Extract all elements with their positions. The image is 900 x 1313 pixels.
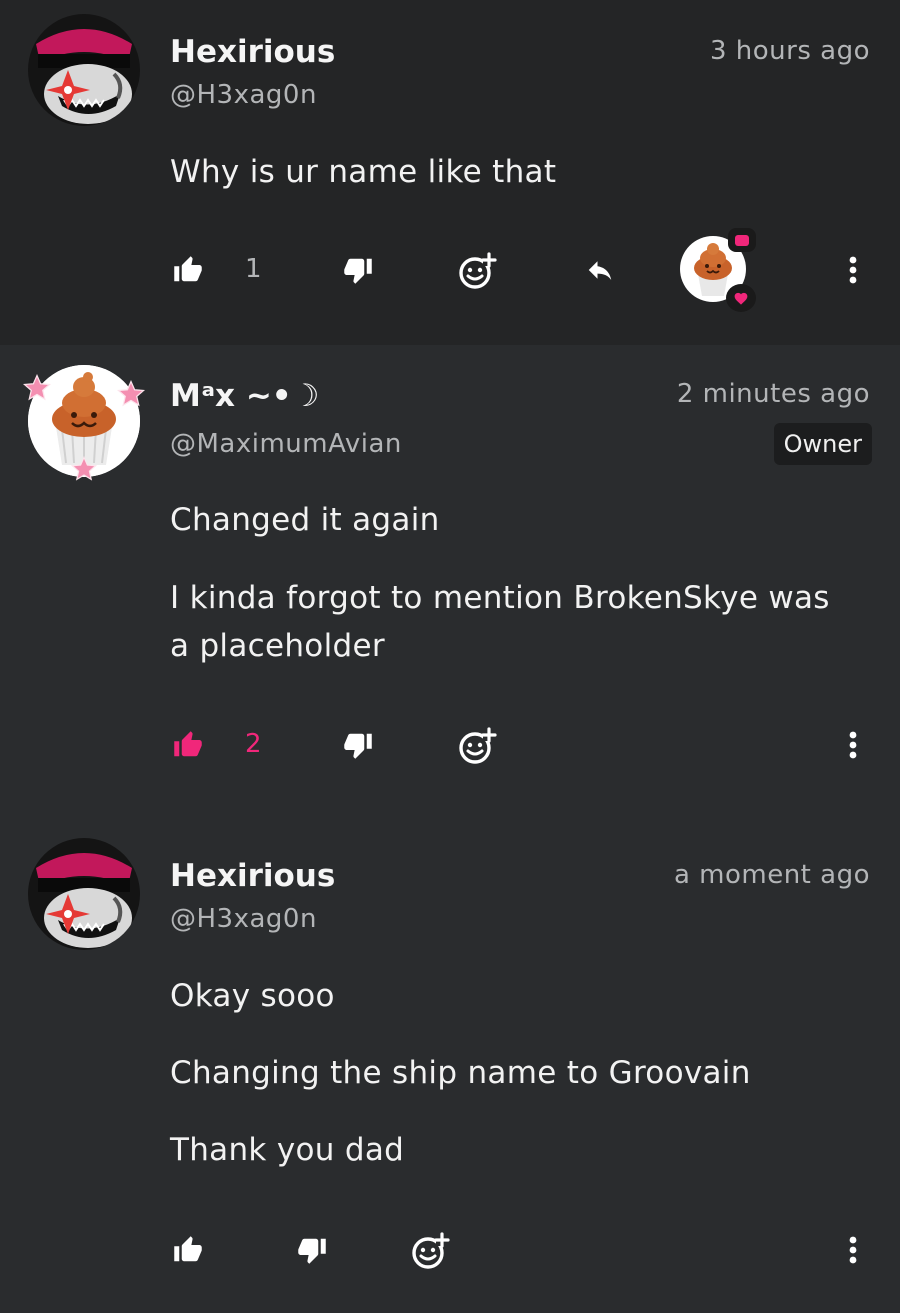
comment-timestamp: 3 hours ago	[709, 36, 870, 66]
thumbs-down-icon	[298, 1238, 326, 1264]
thumbs-up-icon	[174, 1236, 202, 1262]
like-button[interactable]	[168, 727, 208, 763]
star-decoration-icon	[22, 373, 52, 401]
heart-icon	[726, 284, 756, 312]
more-options-button[interactable]	[838, 727, 868, 763]
more-vertical-icon	[849, 256, 857, 284]
comment-paragraph: Thank you dad	[170, 1132, 405, 1168]
add-reaction-button[interactable]	[455, 250, 499, 292]
like-button[interactable]	[168, 252, 208, 288]
comment-body: Why is ur name like that	[170, 148, 870, 196]
comment-body: Changed it again I kinda forgot to menti…	[170, 496, 870, 670]
dislike-button[interactable]	[292, 1232, 332, 1268]
thumbs-down-icon	[344, 733, 372, 759]
comment-card: Hexirious @H3xag0n 3 hours ago Why is ur…	[0, 0, 900, 345]
comment-author-handle[interactable]: @MaximumAvian	[170, 429, 402, 459]
reply-button[interactable]	[580, 252, 620, 288]
like-button[interactable]	[168, 1232, 208, 1268]
avatar-frame[interactable]	[22, 359, 148, 485]
comment-paragraph: Why is ur name like that	[170, 154, 557, 190]
emoji-add-icon	[459, 727, 497, 764]
thumbs-down-icon	[344, 258, 372, 284]
owner-badge: Owner	[773, 423, 872, 465]
comment-author-handle[interactable]: @H3xag0n	[170, 80, 317, 110]
avatar[interactable]	[28, 838, 140, 950]
comment-timestamp: 2 minutes ago	[676, 379, 870, 409]
dislike-button[interactable]	[338, 727, 378, 763]
thumbs-up-icon	[174, 256, 202, 282]
like-count: 1	[245, 254, 262, 284]
emoji-add-icon	[459, 252, 497, 289]
comment-paragraph: Changed it again	[170, 502, 440, 538]
comment-author-name[interactable]: Hexirious	[170, 34, 335, 70]
comment-author-name[interactable]: Hexirious	[170, 858, 335, 894]
comment-body: Okay sooo Changing the ship name to Groo…	[170, 972, 870, 1174]
more-vertical-icon	[849, 731, 857, 759]
comment-paragraph: Changing the ship name to Groovain	[170, 1055, 751, 1091]
add-reaction-button[interactable]	[455, 725, 499, 767]
comment-paragraph: Okay sooo	[170, 978, 335, 1014]
comment-card: Mᵃx ~•☽ @MaximumAvian 2 minutes ago Owne…	[0, 345, 900, 810]
reply-icon	[588, 261, 612, 280]
star-decoration-icon	[70, 455, 98, 481]
add-reaction-button[interactable]	[408, 1230, 452, 1272]
thumbs-up-icon	[174, 731, 202, 757]
comment-timestamp: a moment ago	[673, 860, 870, 890]
comment-paragraph: I kinda forgot to mention BrokenSkye was	[170, 580, 830, 616]
more-options-button[interactable]	[838, 252, 868, 288]
avatar[interactable]	[28, 14, 140, 126]
comment-author-name[interactable]: Mᵃx ~•☽	[170, 378, 319, 414]
comment-author-handle[interactable]: @H3xag0n	[170, 904, 317, 934]
more-options-button[interactable]	[838, 1232, 868, 1268]
comment-paragraph: a placeholder	[170, 628, 385, 664]
reaction-badge-icon	[728, 228, 756, 252]
like-count: 2	[245, 729, 262, 759]
dislike-button[interactable]	[338, 252, 378, 288]
emoji-add-icon	[412, 1232, 450, 1269]
comment-card: Hexirious @H3xag0n a moment ago Okay soo…	[0, 810, 900, 1313]
star-decoration-icon	[116, 379, 146, 407]
more-vertical-icon	[849, 1236, 857, 1264]
